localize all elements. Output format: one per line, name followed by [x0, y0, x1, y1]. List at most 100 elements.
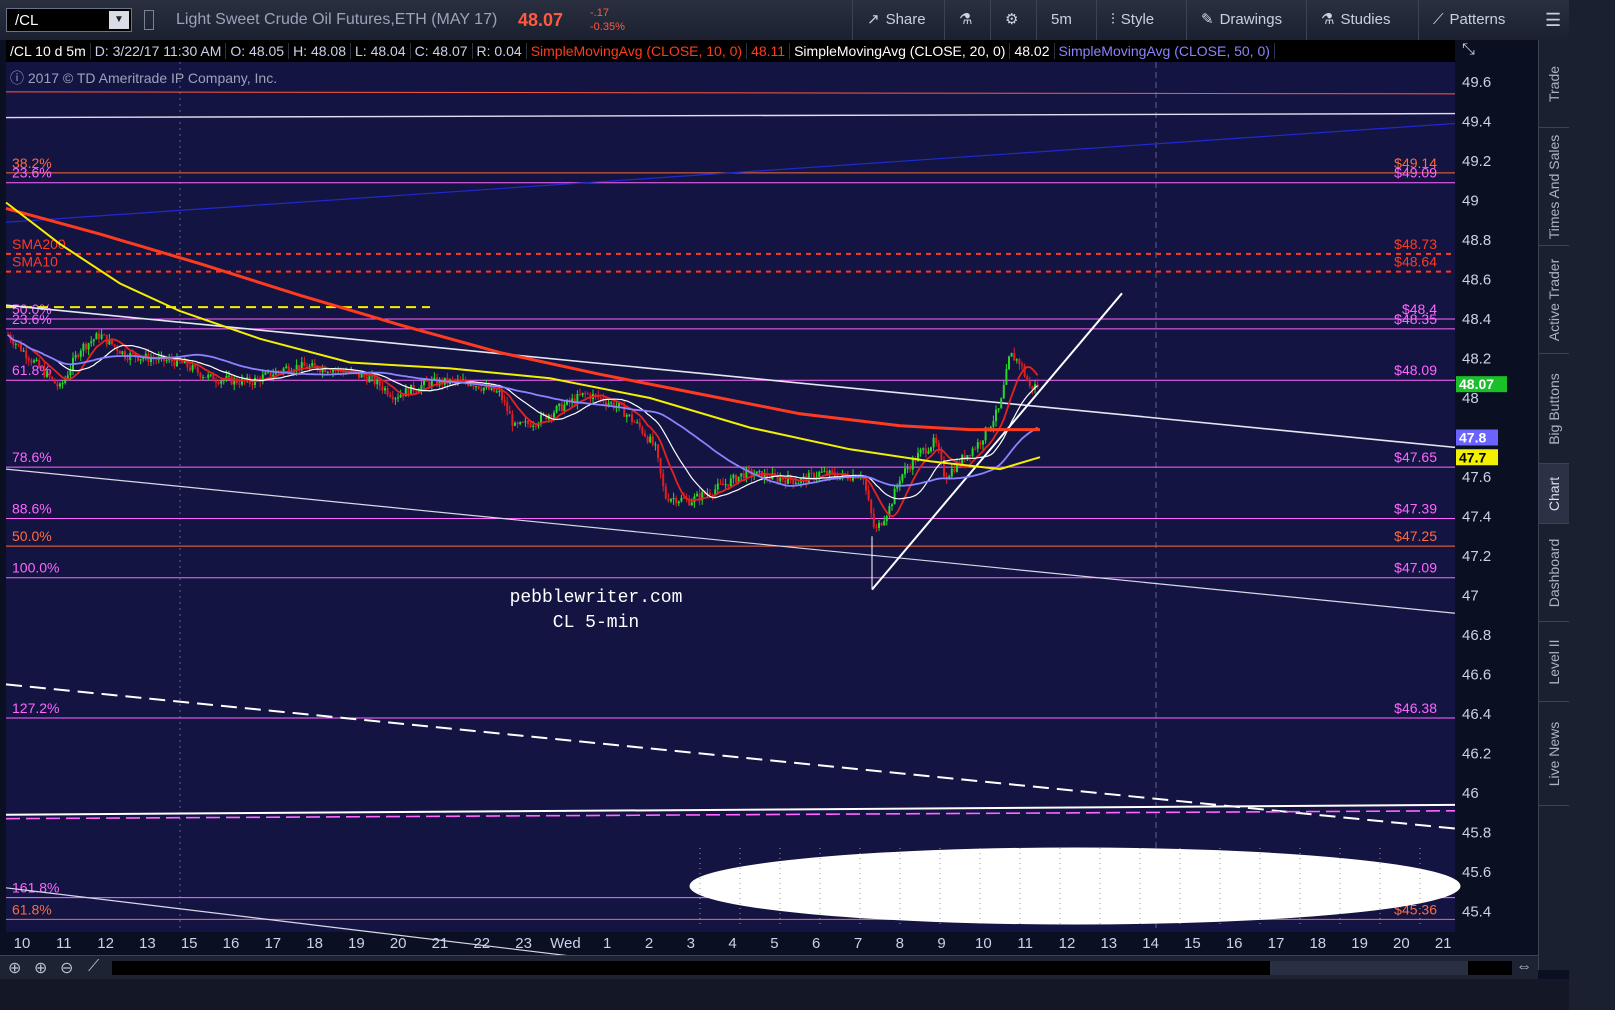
flask-button[interactable]: ⚗ — [944, 0, 990, 40]
sidebar-tab[interactable]: Active Trader — [1539, 246, 1569, 354]
y-tick-label: 46.4 — [1462, 706, 1491, 723]
x-tick-label: 15 — [181, 935, 198, 952]
share-button[interactable]: ↗ Share — [852, 0, 944, 40]
candle-body — [228, 375, 230, 377]
candle-body — [969, 454, 971, 456]
candle-body — [607, 403, 610, 405]
y-tick-label: 46.8 — [1462, 627, 1491, 644]
candle-body — [251, 383, 254, 385]
fib-right-label: $46.38 — [1394, 700, 1437, 716]
sidebar-tab-label: Big Buttons — [1546, 372, 1562, 445]
symbol-input[interactable]: /CL ▼ — [6, 8, 132, 32]
candle-body — [690, 502, 693, 506]
sma20-label: SimpleMovingAvg (CLOSE, 20, 0) — [790, 43, 1011, 59]
candle-body — [199, 372, 202, 378]
scroll-thumb[interactable] — [1270, 961, 1468, 975]
sidebar-tab[interactable]: Chart — [1539, 464, 1569, 524]
price-change: -.17 -0.35% — [590, 6, 625, 34]
copyright-text: 2017 © TD Ameritrade IP Company, Inc. — [27, 70, 278, 86]
candle-body — [935, 437, 938, 444]
sidebar-tab[interactable]: Dashboard — [1539, 524, 1569, 622]
menu-icon[interactable]: ☰ — [1545, 10, 1561, 31]
candle-body — [194, 365, 197, 368]
style-button[interactable]: ⫶ Style — [1096, 0, 1186, 40]
y-tick-label: 46.2 — [1462, 746, 1491, 763]
y-tick-label: 47.4 — [1462, 509, 1491, 526]
zoom-in-icon[interactable]: ⊕ — [34, 958, 47, 978]
candle-body — [636, 422, 639, 424]
candle-body — [397, 397, 399, 399]
expand-icon[interactable]: ⤡ — [1462, 41, 1475, 58]
zoom-out-icon[interactable]: ⊖ — [60, 958, 73, 978]
draw-line-icon[interactable]: ⟋ — [88, 958, 99, 976]
candle-body — [779, 477, 782, 482]
candle-body — [285, 366, 288, 369]
candle-body — [560, 403, 563, 412]
candle-body — [865, 479, 867, 491]
studies-button[interactable]: ⚗ Studies — [1306, 0, 1418, 40]
bar-close: C: 48.07 — [410, 43, 473, 59]
candle-body — [878, 522, 880, 528]
candle-body — [599, 397, 602, 399]
sidebar-tab-label: Level II — [1546, 638, 1562, 685]
sidebar-tab[interactable]: Trade — [1539, 40, 1569, 128]
candle-body — [758, 471, 761, 473]
crosshair-icon[interactable]: ⊕ — [8, 958, 21, 978]
candle-body — [59, 383, 61, 387]
settings-button[interactable]: ⚙ — [990, 0, 1036, 40]
candle-body — [872, 513, 875, 528]
candle-body — [313, 363, 316, 366]
x-tick-label: 20 — [390, 935, 407, 952]
time-scrollbar[interactable] — [112, 961, 1512, 975]
candle-body — [506, 401, 509, 412]
candle-body — [14, 343, 17, 345]
candle-body — [995, 409, 997, 422]
top-toolbar: /CL ▼ Light Sweet Crude Oil Futures,ETH … — [0, 0, 1615, 41]
studies-label: Studies — [1340, 11, 1391, 28]
sma20-value: 48.02 — [1010, 43, 1055, 59]
expand-time-icon[interactable]: ⇔ — [1516, 958, 1532, 976]
sidebar-tab[interactable]: Level II — [1539, 622, 1569, 702]
candle-body — [628, 414, 631, 416]
x-tick-label: 19 — [348, 935, 365, 952]
interval-button[interactable]: 5m — [1036, 0, 1096, 40]
right-sidebar: Trade Times And Sales Active Trader Big But… — [1538, 40, 1569, 970]
candle-body — [48, 371, 51, 377]
sidebar-tab[interactable]: Live News — [1539, 702, 1569, 806]
candle-body — [930, 447, 932, 452]
candle-body — [508, 411, 511, 414]
link-icon[interactable] — [144, 10, 154, 30]
bar-range: R: 0.04 — [472, 43, 527, 59]
candle-body — [417, 390, 420, 392]
candle-body — [553, 412, 555, 418]
x-tick-label: 17 — [1268, 935, 1285, 952]
candle-body — [165, 360, 168, 362]
sidebar-tab[interactable]: Big Buttons — [1539, 354, 1569, 464]
candle-body — [137, 357, 139, 361]
y-tick-label: 48.2 — [1462, 351, 1491, 368]
candle-body — [696, 493, 698, 497]
sidebar-tab[interactable]: Times And Sales — [1539, 128, 1569, 246]
candle-body — [207, 374, 210, 378]
candle-body — [646, 436, 649, 443]
candle-body — [56, 383, 59, 387]
candle-body — [1010, 353, 1013, 357]
window-bottom — [0, 979, 1569, 1010]
candle-body — [326, 371, 329, 373]
x-tick-label: 5 — [770, 935, 778, 952]
drawings-button[interactable]: ✎ Drawings — [1186, 0, 1306, 40]
candle-body — [202, 377, 204, 379]
chevron-down-icon[interactable]: ▼ — [109, 11, 129, 29]
candle-body — [215, 381, 217, 383]
price-chart[interactable]: 38.2% $49.1423.6% $49.09SMA200 $48.73SMA10 $… — [0, 40, 1538, 955]
candle-body — [391, 396, 394, 400]
candle-body — [966, 454, 969, 460]
candle-body — [974, 448, 977, 450]
candle-body — [38, 360, 41, 368]
candle-body — [963, 454, 966, 460]
candle-body — [932, 437, 935, 448]
patterns-button[interactable]: ⟋ Patterns — [1418, 0, 1538, 40]
change-value: -.17 — [590, 7, 609, 19]
candle-body — [563, 404, 566, 412]
candle-body — [376, 379, 379, 385]
